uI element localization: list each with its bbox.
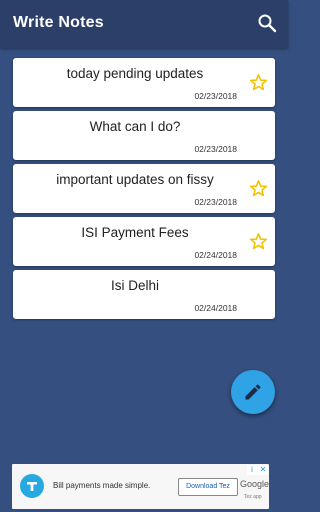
search-icon (258, 14, 277, 33)
note-date: 02/24/2018 (194, 250, 237, 260)
notes-list: today pending updates 02/23/2018 What ca… (13, 58, 275, 323)
ad-info-icon[interactable]: i (247, 465, 257, 475)
star-icon[interactable] (249, 232, 268, 251)
note-card[interactable]: What can I do? 02/23/2018 (13, 111, 275, 160)
note-date: 02/24/2018 (194, 303, 237, 313)
note-card[interactable]: important updates on fissy 02/23/2018 (13, 164, 275, 213)
ad-logo (20, 474, 44, 498)
pencil-icon (245, 384, 261, 400)
note-title: What can I do? (89, 119, 181, 134)
note-title: ISI Payment Fees (81, 225, 189, 240)
note-date: 02/23/2018 (194, 91, 237, 101)
note-card[interactable]: Isi Delhi 02/24/2018 (13, 270, 275, 319)
ad-close-icon[interactable]: ✕ (258, 465, 268, 475)
search-button[interactable] (256, 12, 278, 34)
new-note-button[interactable] (231, 370, 275, 414)
note-title: important updates on fissy (56, 172, 214, 187)
ad-text: Bill payments made simple. (53, 481, 151, 490)
note-title: Isi Delhi (110, 278, 159, 293)
ad-banner[interactable]: Bill payments made simple. Download Tez … (12, 464, 269, 509)
ad-controls: i ✕ (247, 465, 268, 475)
note-card[interactable]: today pending updates 02/23/2018 (13, 58, 275, 107)
ad-subtext: Tez app (244, 494, 262, 500)
app-title: Write Notes (13, 14, 104, 31)
star-icon[interactable] (249, 73, 268, 92)
note-card[interactable]: ISI Payment Fees 02/24/2018 (13, 217, 275, 266)
note-title: today pending updates (66, 66, 204, 81)
note-date: 02/23/2018 (194, 197, 237, 207)
ad-cta-button[interactable]: Download Tez (178, 478, 238, 496)
app-bar: Write Notes (0, 0, 288, 48)
star-icon[interactable] (249, 179, 268, 198)
ad-brand: Google (240, 479, 270, 489)
note-date: 02/23/2018 (194, 144, 237, 154)
